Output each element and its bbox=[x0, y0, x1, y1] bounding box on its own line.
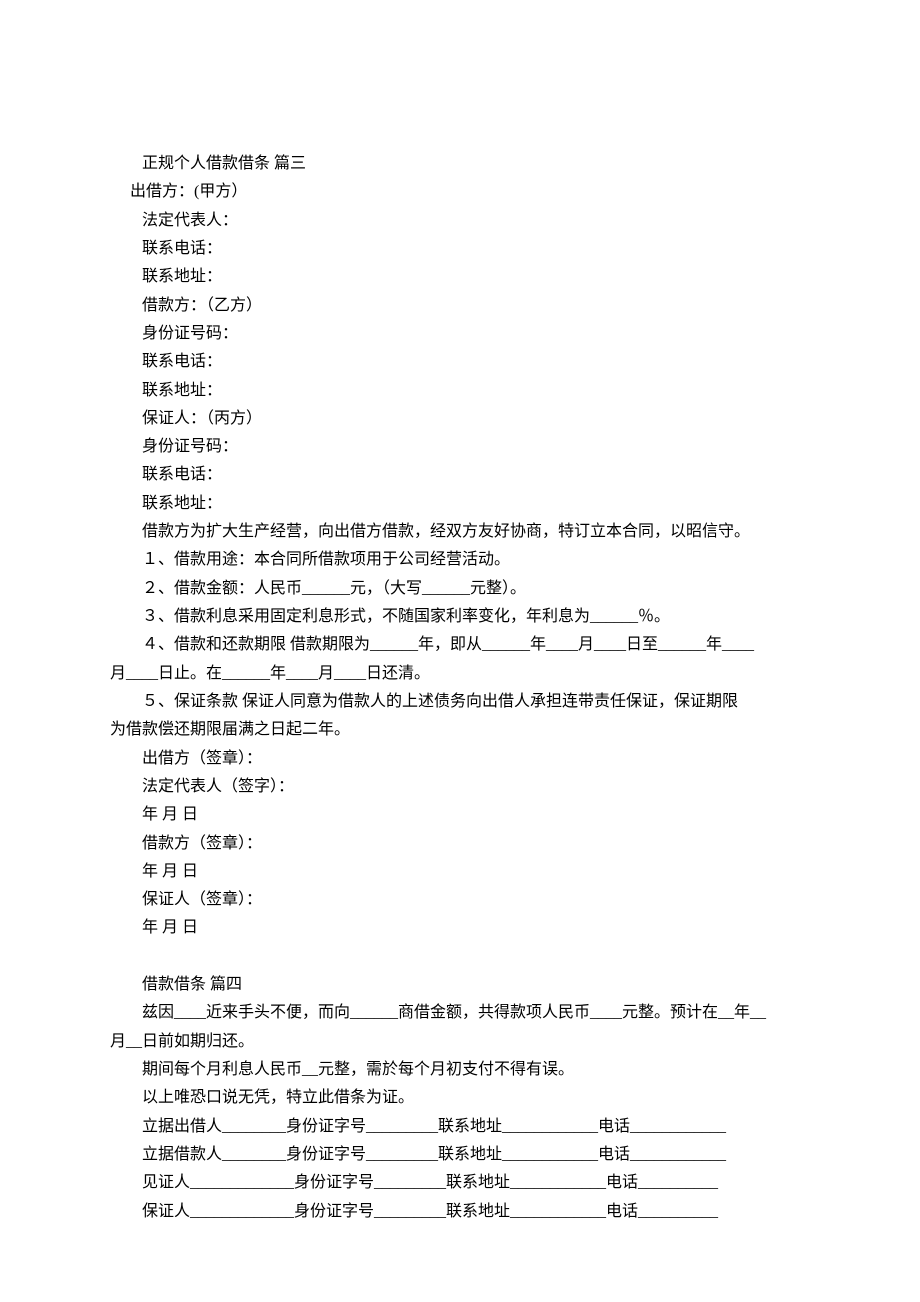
p3-lender-sign: 出借方（签章）： bbox=[110, 745, 810, 773]
p3-date-3: 年 月 日 bbox=[110, 914, 810, 942]
p4-proof: 以上唯恐口说无凭，特立此借条为证。 bbox=[110, 1084, 810, 1112]
p4-guarantor-row: 保证人_____________身份证字号_________联系地址______… bbox=[110, 1198, 810, 1226]
p3-lender-text: 出借方：(甲方） bbox=[130, 183, 247, 200]
p3-clause2: ２、借款金额：人民币______元，（大写______元整）。 bbox=[110, 575, 810, 603]
p4-borrower-row: 立据借款人________身份证字号_________联系地址_________… bbox=[110, 1141, 810, 1169]
p4-intro-b: 月__日前如期归还。 bbox=[110, 1028, 810, 1056]
p3-guarantor-phone: 联系电话： bbox=[110, 461, 810, 489]
p3-guarantor-party: 保证人：（丙方） bbox=[110, 405, 810, 433]
p3-date-2: 年 月 日 bbox=[110, 858, 810, 886]
document-page: 正规个人借款借条 篇三 出借方：(甲方） 法定代表人： 联系电话： 联系地址： … bbox=[0, 0, 920, 1302]
p3-legal-rep: 法定代表人： bbox=[110, 207, 810, 235]
p3-clause5-a: ５、保证条款 保证人同意为借款人的上述债务向出借人承担连带责任保证，保证期限 bbox=[110, 688, 810, 716]
p3-lender-phone: 联系电话： bbox=[110, 235, 810, 263]
p3-borrower-address: 联系地址： bbox=[110, 377, 810, 405]
p4-title: 借款借条 篇四 bbox=[110, 971, 810, 999]
p4-witness-row: 见证人_____________身份证字号_________联系地址______… bbox=[110, 1169, 810, 1197]
p3-lender-address: 联系地址： bbox=[110, 263, 810, 291]
p3-borrower-id: 身份证号码： bbox=[110, 320, 810, 348]
p3-date-1: 年 月 日 bbox=[110, 801, 810, 829]
p3-legal-rep-sign: 法定代表人（签字）： bbox=[110, 773, 810, 801]
p3-clause3: ３、借款利息采用固定利息形式，不随国家利率变化，年利息为______％。 bbox=[110, 603, 810, 631]
p4-intro-a: 兹因____近来手头不便，而向______商借金额，共得款项人民币____元整。… bbox=[110, 999, 810, 1027]
p3-guarantor-id: 身份证号码： bbox=[110, 433, 810, 461]
p3-title: 正规个人借款借条 篇三 bbox=[110, 150, 810, 178]
p3-clause1: １、借款用途：本合同所借款项用于公司经营活动。 bbox=[110, 546, 810, 574]
p3-guarantor-sign: 保证人（签章）： bbox=[110, 886, 810, 914]
p3-borrower-party: 借款方：（乙方） bbox=[110, 292, 810, 320]
p3-borrower-sign: 借款方（签章）： bbox=[110, 830, 810, 858]
p3-clause4-a: ４、借款和还款期限 借款期限为______年，即从______年____月___… bbox=[110, 631, 810, 659]
p4-interest: 期间每个月利息人民币__元整，需於每个月初支付不得有误。 bbox=[110, 1056, 810, 1084]
p3-guarantor-address: 联系地址： bbox=[110, 490, 810, 518]
p3-borrower-phone: 联系电话： bbox=[110, 348, 810, 376]
p3-clause4-b: 月____日止。在______年____月____日还清。 bbox=[110, 660, 810, 688]
blank-line bbox=[110, 943, 810, 971]
p3-intro: 借款方为扩大生产经营，向出借方借款，经双方友好协商，特订立本合同，以昭信守。 bbox=[110, 518, 810, 546]
p4-lender-row: 立据出借人________身份证字号_________联系地址_________… bbox=[110, 1113, 810, 1141]
p3-clause5-b: 为借款偿还期限届满之日起二年。 bbox=[110, 716, 810, 744]
p3-lender-line: 出借方：(甲方） bbox=[110, 178, 810, 206]
